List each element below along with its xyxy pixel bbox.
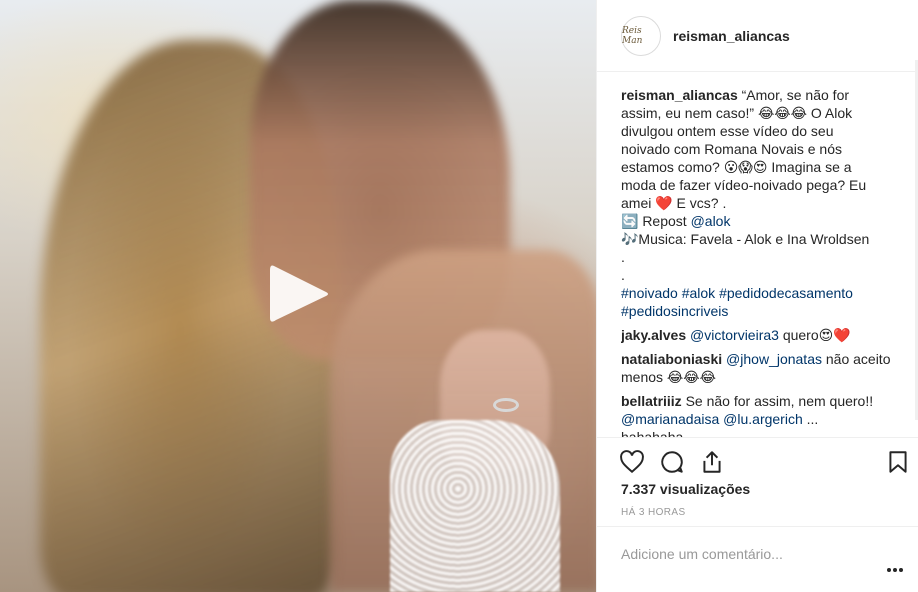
comment-icon[interactable] [659, 449, 685, 475]
comment-mention[interactable]: @victorvieira3 [690, 327, 779, 343]
comment-input[interactable]: Adicione um comentário... [621, 546, 783, 562]
caption-line: estamos como? 😮😱😍 Imagina se a [621, 159, 852, 175]
post-timestamp[interactable]: HÁ 3 HORAS [621, 507, 686, 518]
comment-username[interactable]: nataliaboniaski [621, 351, 722, 367]
repost-mention-link[interactable]: @alok [691, 213, 731, 229]
comment-item: bellatriiiz Se não for assim, nem quero!… [621, 392, 901, 438]
caption-line: noivado com Romana Novais e nós [621, 141, 843, 157]
comment-mention[interactable]: @jhow_jonatas [726, 351, 822, 367]
caption-line: amei ❤️ E vcs? . [621, 195, 727, 211]
caption-line: 🎶Musica: Favela - Alok e Ina Wroldsen [621, 231, 870, 247]
play-icon[interactable] [268, 262, 330, 326]
post-video[interactable] [0, 0, 596, 592]
avatar[interactable]: Reis Man [621, 15, 661, 56]
caption-line: . [621, 249, 625, 265]
comments-list: reisman_aliancas “Amor, se não for assim… [621, 86, 901, 438]
action-bar [597, 437, 918, 483]
views-count[interactable]: 7.337 visualizações [621, 481, 750, 497]
comment-text-tail: ... [802, 411, 819, 427]
header-username[interactable]: reisman_aliancas [673, 28, 790, 44]
post-side-panel: Reis Man reisman_aliancas reisman_alianc… [596, 0, 918, 592]
caption-line: “Amor, se não for [741, 87, 850, 103]
comment-item: nataliaboniaski @jhow_jonatas não aceito… [621, 350, 901, 386]
post-header: Reis Man reisman_aliancas [597, 0, 918, 72]
comment-item: jaky.alves @victorvieira3 quero😍❤️ [621, 326, 901, 344]
comment-text: Se não for assim, nem quero!! [681, 393, 874, 409]
add-comment-section: Adicione um comentário... [597, 526, 918, 582]
comment-text: quero😍❤️ [778, 327, 851, 343]
video-frame-lace [390, 420, 560, 592]
video-frame-ring [493, 398, 519, 412]
comment-mention[interactable]: @marianadaisa [621, 411, 719, 427]
caption-line: moda de fazer vídeo-noivado pega? Eu [621, 177, 867, 193]
post-caption: reisman_aliancas “Amor, se não for assim… [621, 86, 901, 320]
caption-username[interactable]: reisman_aliancas [621, 87, 738, 103]
caption-line: . [621, 267, 625, 283]
comment-mention[interactable]: @lu.argerich [723, 411, 803, 427]
bookmark-icon[interactable] [885, 449, 911, 475]
repost-label: 🔄 Repost [621, 213, 691, 229]
caption-line: divulgou ontem esse vídeo do seu [621, 123, 834, 139]
more-options-icon[interactable] [887, 559, 907, 572]
caption-line: assim, eu nem caso!” 😂😂😂 O Alok [621, 105, 853, 121]
share-icon[interactable] [699, 449, 725, 475]
comment-username[interactable]: bellatriiiz [621, 393, 682, 409]
heart-icon[interactable] [619, 449, 645, 475]
comment-username[interactable]: jaky.alves [621, 327, 686, 343]
hashtags-line[interactable]: #pedidosincriveis [621, 302, 901, 320]
hashtags-line[interactable]: #noivado #alok #pedidodecasamento [621, 284, 901, 302]
